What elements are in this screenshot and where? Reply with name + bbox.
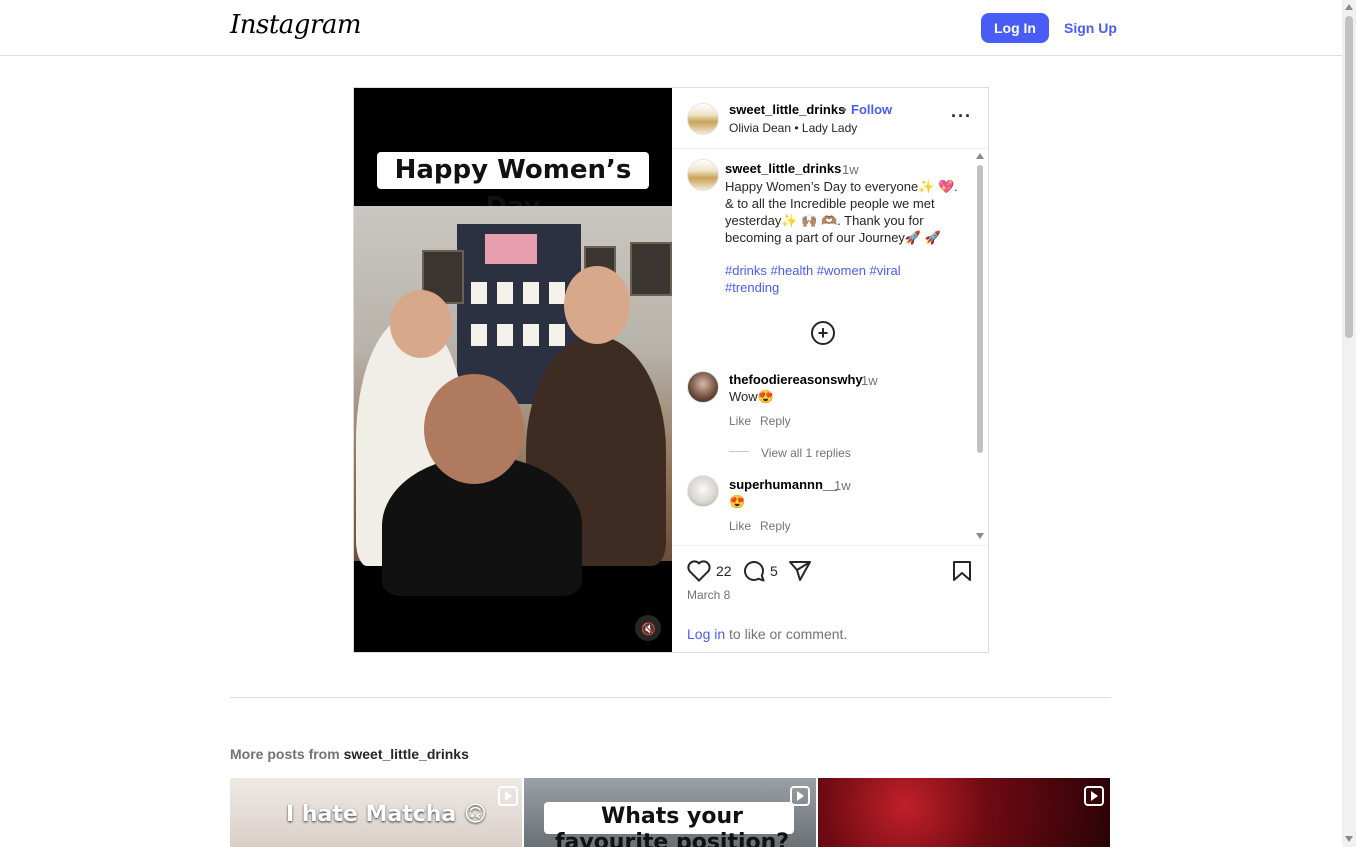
- photo-card: [471, 282, 487, 304]
- photo-card: [549, 282, 565, 304]
- comment-time: 1w: [834, 478, 851, 493]
- photo-card: [497, 282, 513, 304]
- more-post-thumbnail[interactable]: I hate Matcha 🙃: [230, 778, 522, 847]
- comments-scroll-up-icon[interactable]: [976, 153, 984, 159]
- comment-text: Wow😍: [729, 389, 774, 404]
- caption-hashtags[interactable]: #drinks #health #women #viral #trending: [725, 262, 925, 296]
- reel-icon: [790, 786, 810, 806]
- photo-face: [390, 290, 452, 358]
- media-overlay-text: Happy Women’s Day: [377, 152, 649, 222]
- comment-username[interactable]: superhumannn__: [729, 477, 837, 492]
- photo-card: [523, 282, 539, 304]
- comments-scrollbar[interactable]: [974, 149, 986, 545]
- follow-button[interactable]: Follow: [851, 102, 892, 117]
- header-separator: •: [842, 102, 847, 117]
- comment-avatar[interactable]: [687, 475, 719, 507]
- comments-section[interactable]: sweet_little_drinks 1w Happy Women’s Day…: [672, 149, 988, 546]
- comment-reply-button[interactable]: Reply: [760, 519, 791, 533]
- mute-toggle-button[interactable]: 🔇: [635, 615, 661, 641]
- comments-scrollbar-thumb[interactable]: [977, 165, 983, 453]
- photo-portrait: [630, 242, 672, 296]
- post-actions: 22 5: [672, 558, 988, 586]
- more-post-thumbnail[interactable]: [818, 778, 1110, 847]
- comment-username[interactable]: thefoodiereasonswhy: [729, 372, 863, 387]
- likes-count: 22: [716, 563, 732, 579]
- more-post-thumbnail[interactable]: Whats your favourite position?: [524, 778, 816, 847]
- more-posts-username[interactable]: sweet_little_drinks: [344, 746, 469, 762]
- caption-author-avatar[interactable]: [687, 159, 719, 191]
- comment-time: 1w: [861, 373, 878, 388]
- photo-face: [564, 266, 630, 344]
- photo-card: [471, 324, 487, 346]
- photo-card: [523, 324, 539, 346]
- log-in-button[interactable]: Log In: [981, 13, 1049, 43]
- more-options-icon[interactable]: ···: [951, 106, 972, 127]
- post-media[interactable]: Happy Women’s Day 🔇: [354, 88, 672, 652]
- post-card: Happy Women’s Day 🔇: [353, 87, 989, 653]
- post-date: March 8: [687, 588, 731, 602]
- comment-like-button[interactable]: Like: [729, 414, 751, 428]
- scroll-up-arrow-icon[interactable]: [1345, 4, 1353, 10]
- author-username[interactable]: sweet_little_drinks: [729, 102, 845, 117]
- like-heart-icon[interactable]: [687, 560, 711, 587]
- login-prompt-text: to like or comment.: [725, 626, 848, 642]
- photo-sign: [485, 234, 537, 264]
- thumbnail-text: I hate Matcha 🙃: [286, 802, 487, 827]
- scroll-down-arrow-icon[interactable]: [1345, 836, 1353, 842]
- comment-reply-button[interactable]: Reply: [760, 414, 791, 428]
- caption-username[interactable]: sweet_little_drinks: [725, 161, 841, 176]
- scrollbar-thumb[interactable]: [1345, 16, 1353, 338]
- comment-text: 😍: [729, 494, 746, 509]
- post-side-panel: sweet_little_drinks • Follow Olivia Dean…: [672, 88, 988, 652]
- more-posts-heading: More posts from sweet_little_drinks: [230, 746, 469, 762]
- save-bookmark-icon[interactable]: [952, 560, 972, 587]
- post-header: sweet_little_drinks • Follow Olivia Dean…: [672, 88, 988, 149]
- share-send-icon[interactable]: [788, 560, 812, 587]
- replies-divider: [729, 451, 749, 452]
- instagram-logo[interactable]: Instagram: [230, 10, 362, 40]
- photo-card: [549, 324, 565, 346]
- photo-card: [497, 324, 513, 346]
- view-replies-button[interactable]: View all 1 replies: [761, 446, 851, 460]
- page-scrollbar[interactable]: [1342, 0, 1356, 847]
- comment-avatar[interactable]: [687, 371, 719, 403]
- reel-icon: [1084, 786, 1104, 806]
- comment-bubble-icon[interactable]: [742, 559, 766, 588]
- login-prompt: Log in to like or comment.: [687, 626, 847, 642]
- author-avatar[interactable]: [687, 103, 719, 135]
- section-divider: [230, 697, 1111, 698]
- thumbnail-text: Whats your favourite position?: [554, 804, 790, 847]
- comments-scroll-down-icon[interactable]: [976, 533, 984, 539]
- caption-time: 1w: [842, 162, 859, 177]
- comment-like-button[interactable]: Like: [729, 519, 751, 533]
- sign-up-link[interactable]: Sign Up: [1064, 20, 1117, 36]
- reel-icon: [498, 786, 518, 806]
- photo-face: [424, 374, 524, 484]
- top-navigation-bar: Instagram Log In Sign Up: [0, 0, 1342, 56]
- load-more-comments-icon[interactable]: +: [811, 321, 835, 345]
- caption-text: Happy Women’s Day to everyone✨ 💖. & to a…: [725, 179, 958, 245]
- more-posts-prefix: More posts from: [230, 746, 344, 762]
- audio-attribution[interactable]: Olivia Dean • Lady Lady: [729, 121, 857, 135]
- comments-count: 5: [770, 563, 778, 579]
- muted-speaker-icon: 🔇: [641, 622, 656, 636]
- post-photo: [354, 206, 672, 596]
- login-link[interactable]: Log in: [687, 626, 725, 642]
